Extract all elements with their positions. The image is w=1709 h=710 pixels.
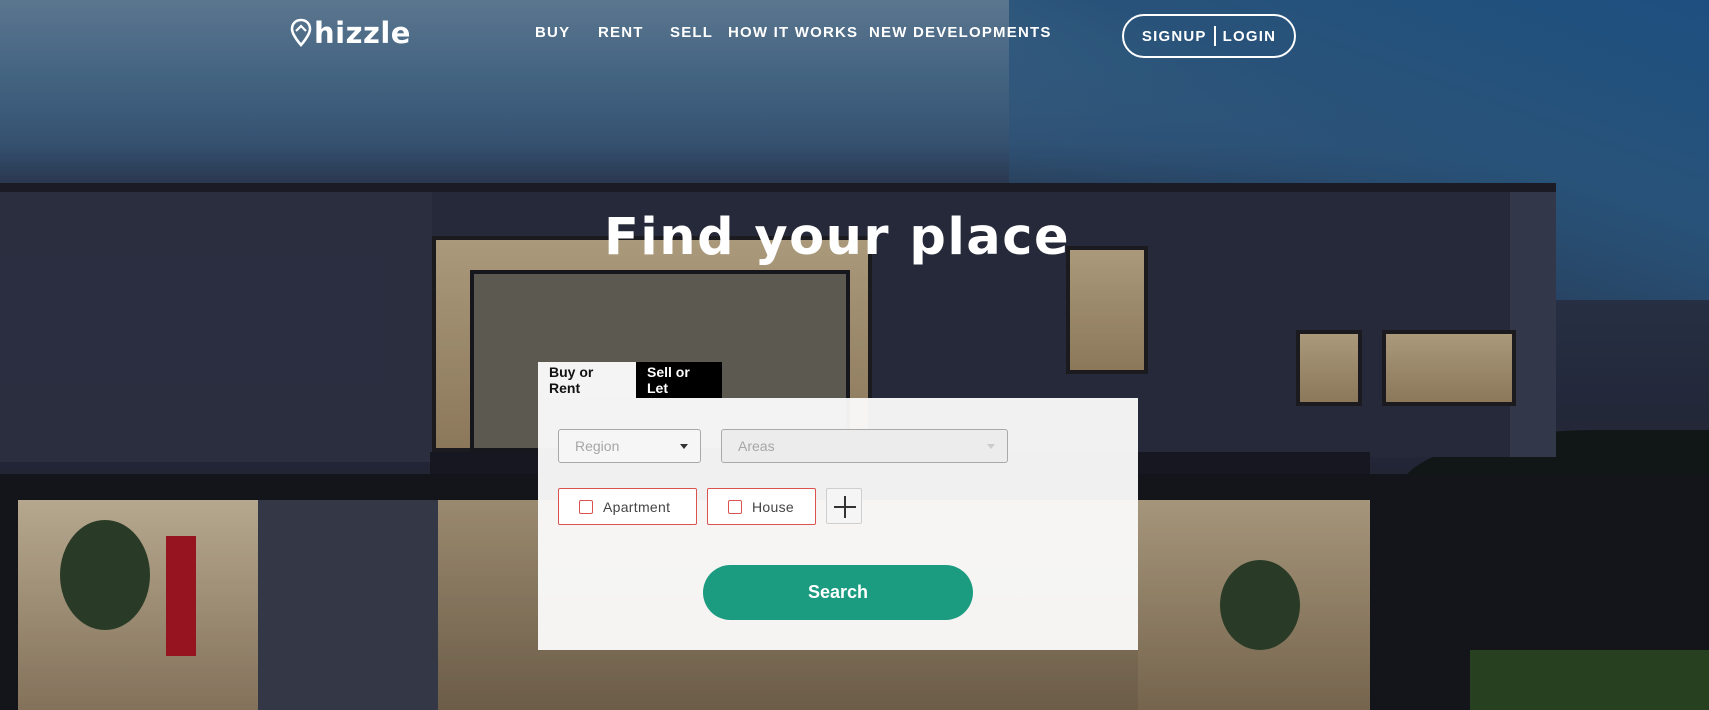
region-select[interactable]: Region [558, 429, 701, 463]
areas-placeholder: Areas [738, 438, 775, 454]
tab-buy-or-rent[interactable]: Buy or Rent [538, 362, 636, 398]
logo[interactable]: hizzle [290, 18, 411, 48]
divider [1213, 26, 1216, 46]
house-checkbox[interactable]: House [707, 488, 816, 525]
login-link[interactable]: LOGIN [1223, 28, 1277, 45]
location-pin-icon [290, 18, 312, 48]
apartment-label: Apartment [603, 498, 671, 515]
tab-sell-or-let[interactable]: Sell or Let [636, 362, 722, 398]
signup-link[interactable]: SIGNUP [1142, 28, 1207, 45]
nav-item-rent[interactable]: RENT [598, 24, 644, 41]
region-placeholder: Region [575, 438, 620, 454]
checkbox-icon [728, 499, 742, 514]
chevron-down-icon [680, 444, 688, 449]
nav-item-how-it-works[interactable]: HOW IT WORKS [728, 24, 858, 41]
add-property-type-button[interactable] [826, 488, 862, 524]
nav-item-new-developments[interactable]: NEW DEVELOPMENTS [869, 24, 1052, 41]
chevron-down-icon [987, 444, 995, 449]
signup-login-button[interactable]: SIGNUP LOGIN [1122, 14, 1296, 58]
house-label: House [752, 498, 794, 515]
hero-title: Find your place [603, 208, 1071, 267]
nav-item-buy[interactable]: BUY [535, 24, 570, 41]
search-tabs: Buy or Rent Sell or Let [538, 362, 722, 398]
nav-item-sell[interactable]: SELL [670, 24, 713, 41]
apartment-checkbox[interactable]: Apartment [558, 488, 697, 525]
areas-select[interactable]: Areas [721, 429, 1008, 463]
search-button[interactable]: Search [703, 565, 973, 620]
logo-text: hizzle [314, 16, 411, 50]
checkbox-icon [579, 499, 593, 514]
